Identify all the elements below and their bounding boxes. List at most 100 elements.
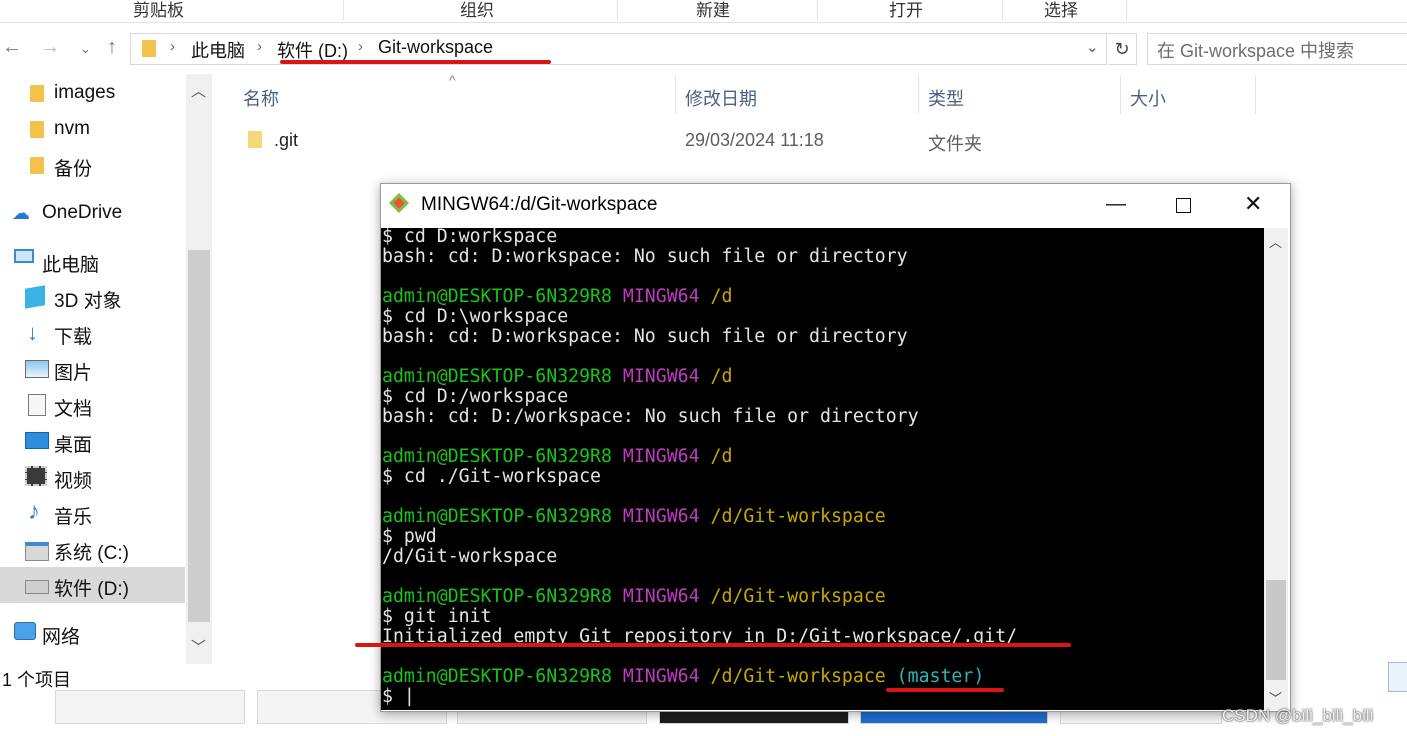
folder-icon <box>248 131 262 148</box>
ribbon-group-clipboard[interactable]: 剪贴板 <box>133 0 184 21</box>
terminal-text-segment: admin@DESKTOP-6N329R8 <box>382 586 623 607</box>
ribbon-group-select[interactable]: 选择 <box>1044 0 1078 21</box>
sidebar-item-drive-d[interactable]: 软件 (D:) <box>54 574 129 601</box>
terminal-text-segment: /d/Git-workspace <box>710 506 886 527</box>
terminal-text-segment: /d/Git-workspace <box>710 586 886 607</box>
sidebar-item-drive-c[interactable]: 系统 (C:) <box>54 538 129 565</box>
terminal-text-segment: $ cd D:/workspace <box>382 386 569 407</box>
sidebar-item-nvm[interactable]: nvm <box>54 118 90 140</box>
terminal-text-segment: /d/Git-workspace <box>382 546 558 567</box>
terminal-scrollbar-thumb[interactable] <box>1266 580 1286 680</box>
terminal-text-segment: $ pwd <box>382 526 437 547</box>
3d-objects-cube-icon <box>25 285 45 309</box>
terminal-line: admin@DESKTOP-6N329R8 MINGW64 /d/Git-wor… <box>382 587 1017 607</box>
terminal-output[interactable]: $ cd D:workspace bash: cd: D:workspace: N… <box>381 228 1264 710</box>
column-header-name[interactable]: 名称 <box>243 85 279 111</box>
terminal-text-segment: admin@DESKTOP-6N329R8 <box>382 286 623 307</box>
onedrive-cloud-icon: ☁ <box>12 203 30 223</box>
ribbon-divider <box>617 0 618 20</box>
breadcrumb-chevron-icon[interactable]: › <box>358 38 363 55</box>
terminal-lines: $ cd D:workspace bash: cd: D:workspace: N… <box>382 228 1017 707</box>
sidebar-item-onedrive[interactable]: OneDrive <box>42 202 122 224</box>
sidebar-item-3d-objects[interactable]: 3D 对象 <box>54 286 122 313</box>
breadcrumb-git-workspace[interactable]: Git-workspace <box>378 37 493 58</box>
terminal-text-segment: bash: cd: D:/workspace: No such file or … <box>382 406 919 427</box>
up-arrow-icon[interactable]: ↑ <box>107 36 117 59</box>
column-divider[interactable] <box>675 76 676 114</box>
terminal-text-segment: MINGW64 <box>622 586 711 607</box>
breadcrumb-this-pc[interactable]: 此电脑 <box>191 37 245 63</box>
breadcrumb-chevron-icon[interactable]: › <box>257 38 262 55</box>
scroll-down-chevron-icon[interactable]: ﹀ <box>1269 688 1282 707</box>
ribbon-group-new[interactable]: 新建 <box>696 0 730 21</box>
terminal-line: admin@DESKTOP-6N329R8 MINGW64 /d <box>382 367 1017 387</box>
terminal-text-segment: MINGW64 <box>622 446 711 467</box>
sidebar-item-network[interactable]: 网络 <box>42 622 80 649</box>
column-divider[interactable] <box>1255 76 1256 114</box>
minimize-icon[interactable]: — <box>1106 193 1126 216</box>
refresh-icon[interactable]: ↻ <box>1108 33 1137 65</box>
sidebar-item-downloads[interactable]: 下载 <box>54 322 92 349</box>
terminal-text-segment: MINGW64 <box>622 366 711 387</box>
terminal-text-segment: (master) <box>896 666 985 687</box>
scroll-down-chevron-icon[interactable]: ﹀ <box>191 636 206 657</box>
search-placeholder[interactable]: 在 Git-workspace 中搜索 <box>1157 37 1354 63</box>
column-header-size[interactable]: 大小 <box>1130 85 1166 111</box>
red-underline-annotation <box>886 688 1004 692</box>
sidebar-item-videos[interactable]: 视频 <box>54 466 92 493</box>
terminal-line: bash: cd: D:workspace: No such file or d… <box>382 247 1017 267</box>
sidebar-item-documents[interactable]: 文档 <box>54 394 92 421</box>
ribbon-group-open[interactable]: 打开 <box>889 0 923 21</box>
scroll-up-chevron-icon[interactable]: ︿ <box>1269 232 1282 251</box>
sidebar-item-backup[interactable]: 备份 <box>54 154 92 181</box>
sidebar-item-this-pc[interactable]: 此电脑 <box>42 250 99 277</box>
scroll-up-chevron-icon[interactable]: ︿ <box>191 80 206 101</box>
terminal-title: MINGW64:/d/Git-workspace <box>421 194 658 215</box>
close-icon[interactable]: ✕ <box>1244 191 1262 217</box>
sort-up-chevron-icon: ^ <box>449 72 456 88</box>
file-type: 文件夹 <box>928 134 982 154</box>
column-header-type[interactable]: 类型 <box>928 85 964 111</box>
column-divider[interactable] <box>918 76 919 114</box>
folder-icon <box>30 85 44 102</box>
terminal-text-segment: MINGW64 <box>622 506 711 527</box>
breadcrumb-chevron-icon[interactable]: › <box>170 38 175 55</box>
ribbon-group-organize[interactable]: 组织 <box>460 0 494 21</box>
terminal-text-segment: $ <box>382 686 404 707</box>
terminal-text-segment: admin@DESKTOP-6N329R8 <box>382 446 623 467</box>
terminal-text-segment: MINGW64 <box>622 666 711 687</box>
sidebar-item-desktop[interactable]: 桌面 <box>54 430 92 457</box>
recent-locations-chevron-icon[interactable]: ⌄ <box>80 41 91 57</box>
back-arrow-icon[interactable]: ← <box>2 36 22 59</box>
terminal-line: $ cd D:/workspace <box>382 387 1017 407</box>
taskbar-thumbnail[interactable] <box>55 690 245 724</box>
file-name[interactable]: .git <box>274 130 298 151</box>
folder-icon <box>142 40 156 57</box>
terminal-line: admin@DESKTOP-6N329R8 MINGW64 /d/Git-wor… <box>382 667 1017 687</box>
sidebar-scrollbar-thumb[interactable] <box>188 250 210 622</box>
sidebar-item-pictures[interactable]: 图片 <box>54 358 92 385</box>
terminal-text-segment: $ cd ./Git-workspace <box>382 466 601 487</box>
maximize-icon[interactable] <box>1176 198 1191 213</box>
terminal-text-segment: /d/Git-workspace <box>710 666 897 687</box>
address-dropdown-icon[interactable]: ⌄ <box>1086 38 1099 56</box>
terminal-line: $ cd ./Git-workspace <box>382 467 1017 487</box>
ribbon-divider <box>1002 0 1003 20</box>
videos-film-icon <box>25 466 47 486</box>
music-note-icon: ♪ <box>28 498 40 525</box>
forward-arrow-icon[interactable]: → <box>40 36 60 59</box>
terminal-line: admin@DESKTOP-6N329R8 MINGW64 /d <box>382 287 1017 307</box>
terminal-text-segment: $ cd D:\workspace <box>382 306 569 327</box>
details-view-icon[interactable] <box>1388 662 1407 692</box>
folder-icon <box>30 157 44 174</box>
column-divider[interactable] <box>1120 76 1121 114</box>
column-header-modified[interactable]: 修改日期 <box>685 85 757 111</box>
sidebar-item-images[interactable]: images <box>54 82 115 104</box>
red-underline-annotation <box>355 643 1071 647</box>
status-item-count: 1 个项目 <box>2 670 72 690</box>
sidebar-item-music[interactable]: 音乐 <box>54 502 92 529</box>
